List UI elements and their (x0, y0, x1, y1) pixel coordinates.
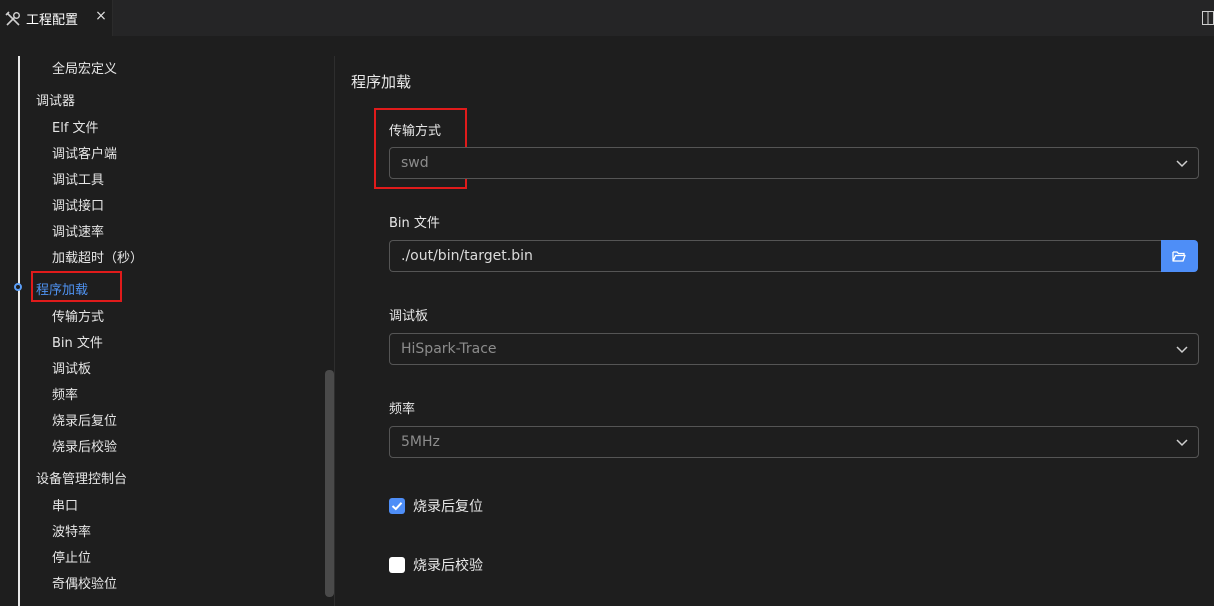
active-indicator-dot (14, 283, 22, 291)
sidebar-item-stop-bits[interactable]: 停止位 (52, 547, 91, 566)
close-icon[interactable]: × (94, 9, 108, 23)
sidebar-item-device-console[interactable]: 设备管理控制台 (36, 468, 127, 487)
tab-title: 工程配置 (26, 13, 79, 28)
sidebar-item-debug-client[interactable]: 调试客户端 (52, 143, 117, 162)
sidebar-divider (334, 56, 335, 606)
debug-board-select[interactable]: HiSpark-Trace (389, 333, 1199, 365)
sidebar-item-load-timeout[interactable]: 加载超时（秒） (52, 247, 143, 266)
tools-icon (5, 11, 20, 26)
transfer-mode-label: 传输方式 (389, 124, 442, 139)
transfer-mode-value: swd (401, 155, 429, 171)
chevron-down-icon (1176, 160, 1188, 168)
tab-project-config[interactable]: 工程配置 × (0, 0, 113, 36)
transfer-mode-select[interactable]: swd (389, 147, 1199, 179)
sidebar-nav: 全局宏定义 调试器 Elf 文件 调试客户端 调试工具 调试接口 调试速率 加载… (0, 36, 335, 606)
bin-file-input[interactable]: ./out/bin/target.bin (389, 240, 1162, 272)
sidebar-item-frequency[interactable]: 频率 (52, 384, 78, 403)
sidebar-item-debug-board[interactable]: 调试板 (52, 358, 91, 377)
debug-board-label: 调试板 (389, 309, 429, 324)
split-editor-icon[interactable] (1202, 11, 1214, 25)
highlight-box-program-load (31, 271, 122, 302)
sidebar-item-elf-file[interactable]: Elf 文件 (52, 117, 99, 136)
frequency-value: 5MHz (401, 434, 440, 450)
sidebar-item-baud-rate[interactable]: 波特率 (52, 521, 91, 540)
folder-open-icon (1172, 251, 1186, 262)
verify-after-burn-checkbox[interactable] (389, 557, 405, 573)
verify-after-burn-label: 烧录后校验 (413, 558, 483, 574)
checkmark-icon (391, 502, 403, 511)
tree-guide-line (18, 56, 20, 606)
sidebar-item-debug-interface[interactable]: 调试接口 (52, 195, 104, 214)
bin-file-label: Bin 文件 (389, 216, 440, 231)
frequency-select[interactable]: 5MHz (389, 426, 1199, 458)
sidebar-item-debug-tool[interactable]: 调试工具 (52, 169, 104, 188)
reset-after-burn-label: 烧录后复位 (413, 499, 483, 515)
sidebar-item-serial-port[interactable]: 串口 (52, 495, 78, 514)
browse-folder-button[interactable] (1161, 240, 1198, 272)
sidebar-item-parity-bit[interactable]: 奇偶校验位 (52, 573, 117, 592)
tab-bar: 工程配置 × (0, 0, 1214, 36)
sidebar-scrollbar-thumb[interactable] (325, 370, 334, 597)
sidebar-item-debug-speed[interactable]: 调试速率 (52, 221, 104, 240)
chevron-down-icon (1176, 439, 1188, 447)
bin-file-value: ./out/bin/target.bin (401, 248, 533, 264)
frequency-label: 频率 (389, 402, 416, 417)
sidebar-item-transfer-mode[interactable]: 传输方式 (52, 306, 104, 325)
sidebar-item-verify-after-burn[interactable]: 烧录后校验 (52, 436, 117, 455)
sidebar-item-global-macros[interactable]: 全局宏定义 (52, 58, 117, 77)
sidebar-item-bin-file[interactable]: Bin 文件 (52, 332, 103, 351)
sidebar-item-debugger[interactable]: 调试器 (36, 90, 75, 109)
sidebar-item-reset-after-burn[interactable]: 烧录后复位 (52, 410, 117, 429)
chevron-down-icon (1176, 346, 1188, 354)
section-title: 程序加载 (351, 73, 412, 91)
reset-after-burn-checkbox[interactable] (389, 498, 405, 514)
debug-board-value: HiSpark-Trace (401, 341, 497, 357)
